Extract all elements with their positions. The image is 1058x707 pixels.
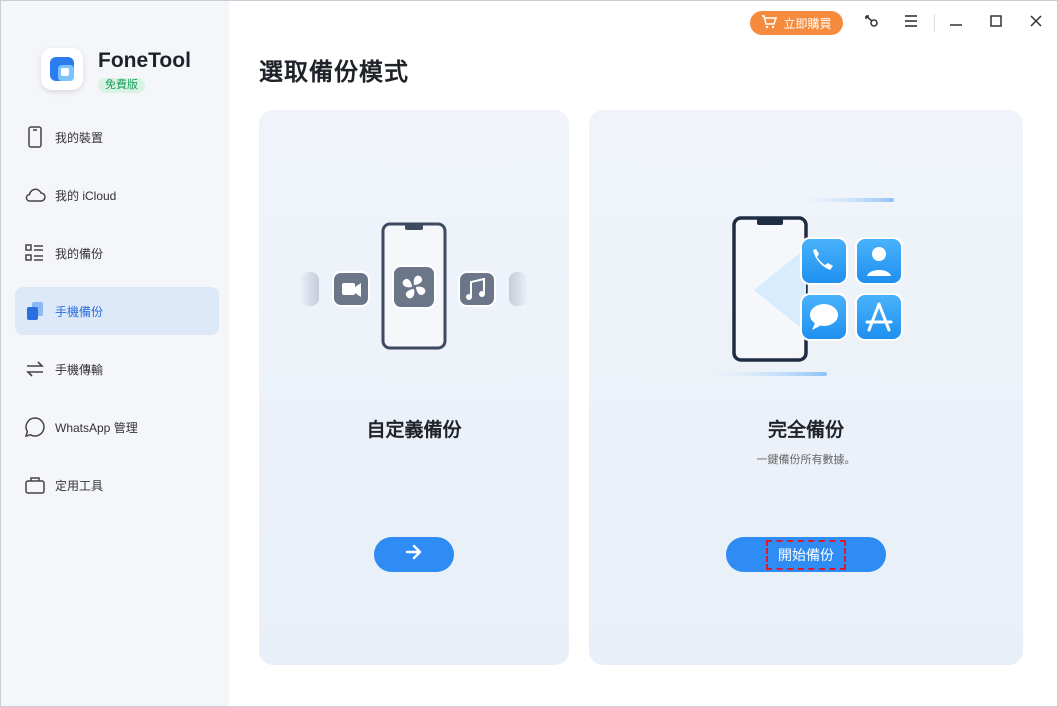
sidebar-item-label: 手機備份 (55, 304, 104, 319)
list-icon (23, 241, 47, 265)
titlebar-divider (934, 14, 935, 32)
sidebar-item-whatsapp[interactable]: WhatsApp 管理 (15, 403, 219, 451)
transfer-icon (23, 357, 47, 381)
buy-now-button[interactable]: 立即購買 (750, 11, 843, 35)
buy-now-label: 立即購買 (783, 16, 832, 31)
maximize-icon (989, 14, 1003, 33)
sidebar-item-label: 定用工具 (55, 478, 104, 493)
full-backup-description: 一鍵備份所有數據。 (756, 454, 856, 466)
cart-icon (761, 14, 778, 32)
sidebar-item-label: 我的備份 (55, 246, 104, 261)
sidebar-item-label: 手機傳輸 (55, 362, 104, 377)
sidebar-nav: 我的裝置 我的 iCloud 我的備份 手機備份 手機傳輸 WhatsApp 管… (15, 113, 219, 519)
menu-icon (903, 14, 919, 33)
full-backup-title: 完全備份 (767, 420, 844, 441)
close-button[interactable] (1024, 11, 1048, 35)
minimize-icon (949, 14, 963, 33)
custom-backup-next-button[interactable] (374, 537, 454, 572)
full-backup-illustration (709, 198, 903, 376)
sidebar-item-label: 我的裝置 (55, 130, 104, 145)
custom-backup-card[interactable]: 自定義備份 (259, 110, 569, 665)
key-button[interactable] (859, 11, 883, 35)
sidebar-item-my-backup[interactable]: 我的備份 (15, 229, 219, 277)
whatsapp-icon (23, 415, 47, 439)
phone-icon (23, 125, 47, 149)
app-name: FoneTool (98, 49, 191, 72)
custom-backup-title: 自定義備份 (366, 420, 462, 441)
menu-button[interactable] (899, 11, 923, 35)
close-icon (1029, 14, 1043, 33)
maximize-button[interactable] (984, 11, 1008, 35)
sidebar-item-label: 我的 iCloud (55, 188, 117, 203)
start-backup-label: 開始備份 (766, 539, 846, 570)
edition-badge: 免費版 (98, 78, 145, 93)
sidebar: FoneTool 免費版 我的裝置 我的 iCloud 我的備份 手機備份 手機… (1, 1, 229, 706)
minimize-button[interactable] (944, 11, 968, 35)
backup-icon (23, 299, 47, 323)
sidebar-item-my-icloud[interactable]: 我的 iCloud (15, 171, 219, 219)
sidebar-item-my-device[interactable]: 我的裝置 (15, 113, 219, 161)
page-title: 選取備份模式 (259, 59, 409, 86)
key-icon (863, 13, 879, 34)
sidebar-item-label: WhatsApp 管理 (55, 420, 138, 435)
start-backup-button[interactable]: 開始備份 (726, 537, 886, 572)
sidebar-item-phone-backup[interactable]: 手機備份 (15, 287, 219, 335)
custom-backup-illustration (301, 222, 527, 350)
app-window: FoneTool 免費版 我的裝置 我的 iCloud 我的備份 手機備份 手機… (0, 0, 1058, 707)
toolbox-icon (23, 473, 47, 497)
sidebar-item-phone-transfer[interactable]: 手機傳輸 (15, 345, 219, 393)
app-logo (41, 48, 83, 90)
full-backup-card[interactable]: 完全備份 一鍵備份所有數據。 開始備份 (589, 110, 1023, 665)
cloud-icon (23, 183, 47, 207)
sidebar-item-tools[interactable]: 定用工具 (15, 461, 219, 509)
arrow-right-icon (405, 544, 423, 565)
